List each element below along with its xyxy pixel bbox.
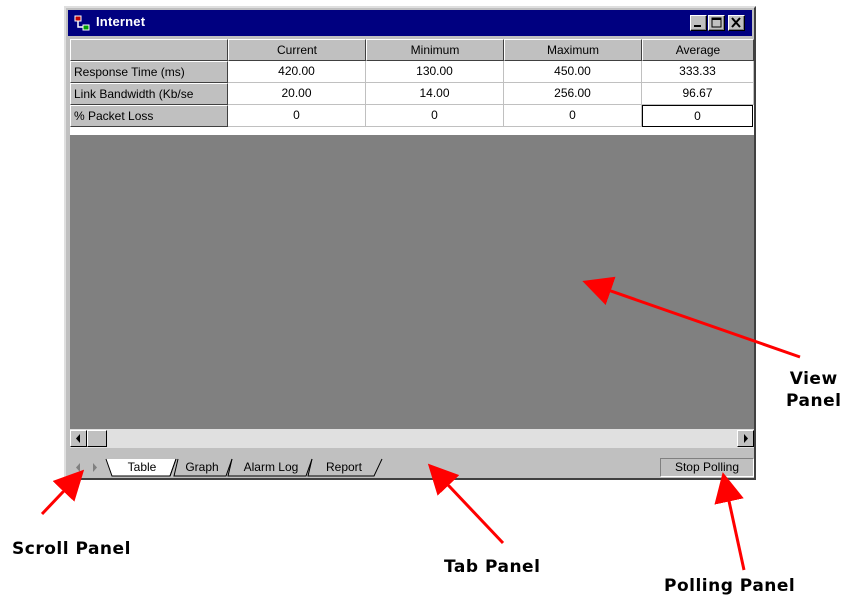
scroll-panel-label: Scroll Panel xyxy=(12,539,131,559)
tab-panel-arrow xyxy=(427,463,505,545)
polling-panel-arrow xyxy=(714,472,746,571)
scroll-panel-arrow xyxy=(40,469,85,516)
tab-panel-label: Tab Panel xyxy=(444,557,541,577)
polling-panel-label: Polling Panel xyxy=(664,576,796,596)
annotation-arrows xyxy=(40,276,801,571)
view-panel-label: View Panel xyxy=(786,369,842,411)
view-panel-arrow xyxy=(582,276,801,359)
